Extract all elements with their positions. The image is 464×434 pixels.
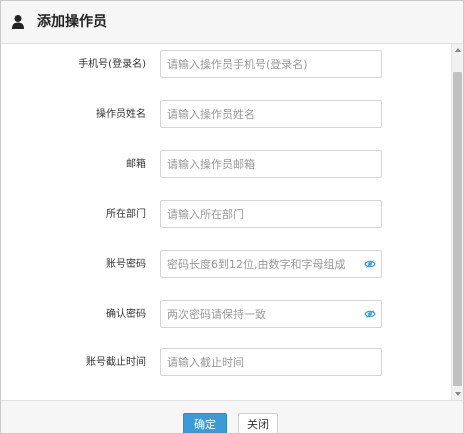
vertical-scrollbar[interactable] — [451, 44, 463, 400]
form-row-confirm-password: 确认密码 — [1, 300, 451, 330]
expiry-label: 账号截止时间 — [86, 357, 146, 368]
dialog-content: 手机号(登录名) 操作员姓名 邮箱 所在部门 账号密码 确认密码 — [1, 44, 451, 400]
email-label: 邮箱 — [126, 159, 146, 170]
department-input[interactable] — [160, 200, 382, 228]
form-row-expiry: 账号截止时间 — [1, 348, 451, 378]
email-input[interactable] — [160, 150, 382, 178]
confirm-password-input[interactable] — [160, 300, 382, 328]
expiry-input[interactable] — [160, 348, 382, 376]
dialog-footer: 确定 关闭 — [1, 400, 463, 433]
form-row-password: 账号密码 — [1, 250, 451, 280]
eye-icon[interactable] — [364, 309, 376, 319]
phone-label: 手机号(登录名) — [78, 59, 146, 70]
form-row-email: 邮箱 — [1, 150, 451, 180]
name-label: 操作员姓名 — [96, 109, 146, 120]
dialog-title: 添加操作员 — [37, 14, 107, 30]
close-button[interactable]: 关闭 — [238, 413, 278, 433]
eye-icon[interactable] — [364, 259, 376, 269]
dialog-header: 添加操作员 — [1, 1, 463, 44]
scrollbar-thumb[interactable] — [453, 72, 462, 386]
form-row-department: 所在部门 — [1, 200, 451, 230]
form-row-phone: 手机号(登录名) — [1, 50, 451, 80]
scroll-down-arrow-icon[interactable] — [455, 392, 461, 396]
name-input[interactable] — [160, 100, 382, 128]
phone-input[interactable] — [160, 50, 382, 78]
confirm-button[interactable]: 确定 — [183, 413, 227, 433]
password-label: 账号密码 — [106, 259, 146, 270]
department-label: 所在部门 — [106, 209, 146, 220]
scroll-up-arrow-icon[interactable] — [455, 48, 461, 52]
password-input[interactable] — [160, 250, 382, 278]
confirm-password-label: 确认密码 — [106, 309, 146, 320]
user-icon — [12, 15, 24, 29]
add-operator-dialog: 添加操作员 手机号(登录名) 操作员姓名 邮箱 所在部门 账号密码 — [0, 0, 464, 434]
form-row-name: 操作员姓名 — [1, 100, 451, 130]
